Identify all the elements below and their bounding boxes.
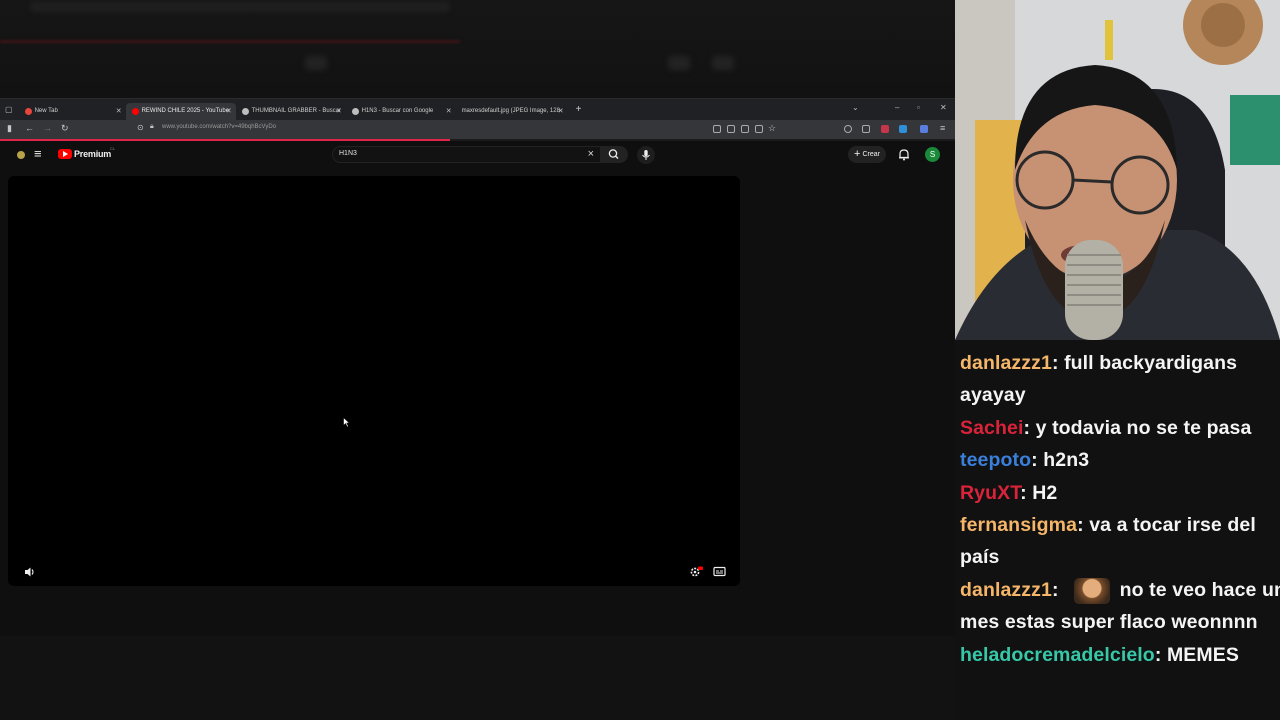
tab-image[interactable]: maxresdefault.jpg (JPEG Image, 128 ✕ (456, 103, 568, 120)
extension-icon[interactable] (899, 125, 907, 133)
search-button[interactable] (600, 146, 628, 163)
maximize-icon[interactable]: ▫ (917, 103, 920, 112)
search-box[interactable]: H1N3 × (332, 146, 600, 163)
url-field[interactable]: www.youtube.com/watch?v=49bqhBcVyDo (162, 124, 276, 130)
tab-new-tab[interactable]: New Tab ✕ (19, 103, 126, 120)
chat-message: teepoto: h2n3 (960, 449, 1090, 472)
extension-icon[interactable] (862, 125, 870, 133)
forward-icon[interactable]: → (43, 123, 52, 133)
clear-search-icon[interactable]: × (588, 148, 594, 160)
tab-thumbnail-grabber[interactable]: THUMBNAIL GRABBER - Buscar ✕ (236, 103, 346, 120)
lock-icon: 🔒︎ (150, 123, 154, 130)
create-button[interactable]: + Crear (848, 146, 886, 163)
chat-message: fernansigma: va a tocar irse del país (960, 514, 1256, 569)
extension-icon[interactable] (881, 125, 889, 133)
video-player[interactable] (8, 176, 740, 586)
minimize-icon[interactable]: – (895, 103, 899, 112)
tab-label: THUMBNAIL GRABBER - Buscar (251, 108, 342, 114)
tab-overview-icon[interactable]: ▢ (5, 105, 13, 114)
chat-text: h2n3 (1043, 449, 1090, 472)
emote-icon (1074, 577, 1111, 604)
browser-menu-icon[interactable]: ≡ (940, 123, 945, 133)
extension-icon[interactable] (755, 125, 763, 133)
chat-message: danlazzz1: no te veo hace un mes estas s… (960, 574, 1280, 639)
search-input[interactable]: H1N3 (339, 150, 357, 157)
chat-username[interactable]: RyuXT (960, 482, 1020, 504)
chat-username[interactable]: heladocremadelcielo (960, 644, 1155, 666)
extension-icon[interactable] (920, 125, 928, 133)
notifications-bell-icon[interactable] (898, 148, 910, 161)
chat-text: H2 (1032, 481, 1058, 504)
speaker-icon[interactable] (24, 566, 36, 578)
new-tab-icon[interactable]: + (576, 104, 582, 115)
back-icon[interactable]: ← (25, 123, 34, 133)
chat-message: heladocremadelcielo: MEMES (960, 643, 1239, 666)
tab-search-icon[interactable]: ⌄ (852, 103, 859, 112)
bookmark-star-icon[interactable]: ☆ (768, 123, 776, 134)
chat-username[interactable]: teepoto (960, 449, 1031, 471)
browser-window: ▢ New Tab ✕ REWIND CHILE 2025 - YouTube … (0, 98, 955, 636)
chat-username[interactable]: fernansigma (960, 514, 1077, 536)
extension-icon[interactable] (727, 125, 735, 133)
close-tab-icon[interactable]: ✕ (446, 107, 452, 115)
webcam-image (955, 0, 1280, 340)
tab-favicon (351, 107, 359, 115)
translate-icon[interactable] (741, 125, 749, 133)
tab-favicon (241, 107, 249, 115)
close-tab-icon[interactable]: ✕ (226, 107, 232, 115)
extension-icon[interactable] (713, 125, 721, 133)
chat-text: y todavia no se te pasa (1035, 416, 1252, 439)
sidebar-toggle-icon[interactable]: ▮ (7, 123, 12, 134)
avatar[interactable]: S (925, 147, 940, 162)
tab-label: New Tab (34, 108, 58, 114)
mouse-cursor-icon (343, 417, 351, 428)
chat-message: Sachei: y todavia no se te pasa (960, 416, 1252, 439)
stream-frame: ▢ New Tab ✕ REWIND CHILE 2025 - YouTube … (0, 0, 1280, 720)
search-icon (608, 149, 619, 159)
subtitles-icon[interactable] (713, 566, 726, 577)
close-tab-icon[interactable]: ✕ (336, 107, 342, 115)
chat-text: MEMES (1166, 643, 1239, 666)
tab-bar: ▢ New Tab ✕ REWIND CHILE 2025 - YouTube … (0, 99, 955, 120)
streamer-webcam (955, 0, 1280, 340)
chat-message: RyuXT: H2 (960, 481, 1058, 504)
tab-label: REWIND CHILE 2025 - YouTube (141, 108, 230, 114)
create-label: Crear (862, 151, 880, 158)
chat-username[interactable]: Sachei (960, 417, 1023, 439)
microphone-icon (642, 150, 650, 160)
status-dot-icon (17, 151, 25, 159)
tab-favicon (24, 107, 32, 115)
youtube-logo-icon[interactable] (58, 149, 72, 159)
tab-label: maxresdefault.jpg (JPEG Image, 128 (461, 108, 560, 114)
chat-message: danlazzz1: full backyardigans ayayay (960, 352, 1238, 407)
tab-label: H1N3 - Buscar con Google (361, 108, 434, 114)
country-code: CL (110, 146, 116, 151)
site-info-icon[interactable]: ⊙ (137, 123, 144, 132)
plus-icon: + (854, 148, 861, 160)
close-tab-icon[interactable]: ✕ (116, 107, 122, 115)
reload-icon[interactable]: ↻ (61, 123, 69, 134)
close-tab-icon[interactable]: ✕ (558, 107, 564, 115)
youtube-premium-logo[interactable]: Premium (74, 149, 111, 159)
youtube-masthead: ≡ Premium CL H1N3 × + Crear S (0, 141, 955, 169)
chat-username[interactable]: danlazzz1 (960, 352, 1052, 374)
blurred-background-bottom (0, 636, 955, 720)
stream-chat: danlazzz1: full backyardigans ayayay Sac… (955, 340, 1280, 720)
voice-search-button[interactable] (637, 146, 655, 164)
extension-icon[interactable] (844, 125, 852, 133)
tab-google-search[interactable]: H1N3 - Buscar con Google ✕ (346, 103, 456, 120)
tab-youtube[interactable]: REWIND CHILE 2025 - YouTube ✕ (125, 102, 236, 120)
guide-menu-icon[interactable]: ≡ (34, 146, 42, 161)
tab-favicon (131, 107, 139, 115)
settings-icon[interactable] (689, 566, 703, 578)
address-bar: ▮ ← → ↻ ⊙ 🔒︎ www.youtube.com/watch?v=49b… (0, 120, 955, 139)
close-window-icon[interactable]: ✕ (940, 103, 947, 112)
blurred-background-top (0, 0, 955, 98)
chat-username[interactable]: danlazzz1 (960, 579, 1052, 601)
